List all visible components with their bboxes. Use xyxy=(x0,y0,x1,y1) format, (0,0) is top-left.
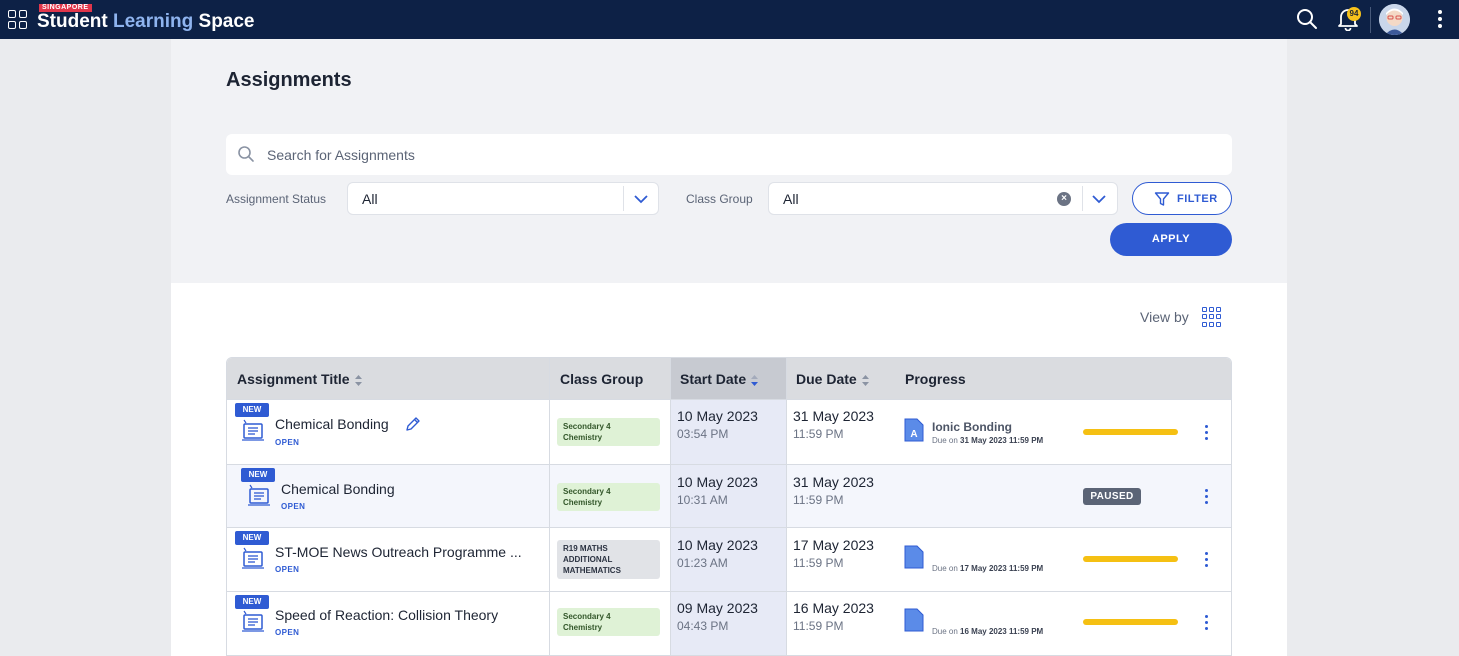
new-badge: NEW xyxy=(235,595,269,609)
table-row[interactable]: NEW Chemical Bonding OPEN Secondary 4 Che… xyxy=(227,464,1231,527)
document-icon xyxy=(904,608,924,632)
row-more-icon[interactable] xyxy=(1205,489,1209,505)
due-date: 16 May 2023 xyxy=(793,600,874,616)
header-due-date[interactable]: Due Date xyxy=(796,371,869,387)
assignment-status-value: All xyxy=(362,191,378,207)
new-badge: NEW xyxy=(235,403,269,417)
assignment-status: OPEN xyxy=(281,502,306,511)
assignment-icon xyxy=(242,419,264,441)
header-start-date[interactable]: Start Date xyxy=(680,371,759,387)
due-date: 31 May 2023 xyxy=(793,474,874,490)
search-icon[interactable] xyxy=(1296,8,1318,30)
edit-pencil-icon[interactable] xyxy=(404,415,422,433)
assignment-status-label: Assignment Status xyxy=(226,192,327,206)
assignment-title[interactable]: ST-MOE News Outreach Programme ... xyxy=(275,544,522,560)
due-time: 11:59 PM xyxy=(793,619,844,633)
brand-name: Student Learning Space xyxy=(37,11,255,32)
class-group-select[interactable]: All × xyxy=(768,182,1118,215)
clear-icon[interactable]: × xyxy=(1057,192,1071,206)
progress-due: Due on 16 May 2023 11:59 PM xyxy=(932,627,1044,636)
assignment-title[interactable]: Chemical Bonding xyxy=(275,416,389,432)
document-icon xyxy=(904,545,924,569)
select-divider xyxy=(623,186,624,211)
due-date: 31 May 2023 xyxy=(793,408,874,424)
due-time: 11:59 PM xyxy=(793,427,844,441)
class-group-tag: R19 MATHS ADDITIONAL MATHEMATICS xyxy=(557,540,660,579)
filter-button[interactable]: FILTER xyxy=(1132,182,1232,215)
topbar-divider xyxy=(1370,7,1371,33)
due-date: 17 May 2023 xyxy=(793,537,874,553)
document-icon: A xyxy=(904,418,924,442)
select-divider xyxy=(1082,186,1083,211)
view-by-label: View by xyxy=(1140,309,1189,325)
class-group-label: Class Group xyxy=(686,192,753,206)
filter-button-label: FILTER xyxy=(1177,193,1218,205)
start-time: 01:23 AM xyxy=(677,556,728,570)
table-row[interactable]: NEW Speed of Reaction: Collision Theory … xyxy=(227,591,1231,655)
assignment-status: OPEN xyxy=(275,438,300,447)
column-divider xyxy=(786,358,787,655)
assignment-icon xyxy=(248,484,270,506)
class-group-tag: Secondary 4 Chemistry xyxy=(557,608,660,636)
assignment-status: OPEN xyxy=(275,565,300,574)
class-group-tag: Secondary 4 Chemistry xyxy=(557,483,660,511)
due-time: 11:59 PM xyxy=(793,493,844,507)
apps-grid-icon[interactable] xyxy=(8,10,27,29)
progress-due: Due on 17 May 2023 11:59 PM xyxy=(932,564,1044,573)
header-class-group: Class Group xyxy=(560,371,644,387)
due-time: 11:59 PM xyxy=(793,556,844,570)
row-more-icon[interactable] xyxy=(1205,615,1209,631)
start-time: 10:31 AM xyxy=(677,493,728,507)
start-date: 10 May 2023 xyxy=(677,408,758,424)
start-time: 04:43 PM xyxy=(677,619,729,633)
start-date: 10 May 2023 xyxy=(677,474,758,490)
class-group-tag: Secondary 4 Chemistry xyxy=(557,418,660,446)
row-more-icon[interactable] xyxy=(1205,552,1209,568)
search-input[interactable]: Search for Assignments xyxy=(226,134,1232,175)
notification-count-badge: 94 xyxy=(1347,7,1361,21)
new-badge: NEW xyxy=(241,468,275,482)
more-menu-icon[interactable] xyxy=(1438,10,1442,30)
grid-view-icon[interactable] xyxy=(1202,307,1222,327)
start-date: 10 May 2023 xyxy=(677,537,758,553)
class-group-value: All xyxy=(783,191,799,207)
apply-button[interactable]: APPLY xyxy=(1110,223,1232,256)
assignment-status: OPEN xyxy=(275,628,300,637)
sort-icon xyxy=(861,374,869,386)
assignment-icon xyxy=(242,547,264,569)
header-assignment-title[interactable]: Assignment Title xyxy=(237,371,362,387)
sort-desc-icon xyxy=(751,374,759,386)
progress-bar xyxy=(1083,429,1178,435)
assignments-table: Assignment Title Class Group Start Date … xyxy=(226,357,1232,656)
assignment-title[interactable]: Chemical Bonding xyxy=(281,481,395,497)
chevron-down-icon[interactable] xyxy=(1091,193,1107,205)
sort-icon xyxy=(354,374,362,386)
table-row[interactable]: NEW Chemical Bonding OPEN Secondary 4 Che… xyxy=(227,399,1231,464)
start-date: 09 May 2023 xyxy=(677,600,758,616)
progress-due: Due on 31 May 2023 11:59 PM xyxy=(932,436,1044,445)
search-icon xyxy=(238,146,254,162)
svg-text:A: A xyxy=(910,429,917,440)
start-time: 03:54 PM xyxy=(677,427,729,441)
search-placeholder: Search for Assignments xyxy=(267,147,415,163)
filter-icon xyxy=(1154,192,1170,206)
progress-title: Ionic Bonding xyxy=(932,420,1012,434)
assignment-title[interactable]: Speed of Reaction: Collision Theory xyxy=(275,607,498,623)
progress-bar xyxy=(1083,619,1178,625)
assignment-icon xyxy=(242,610,264,632)
progress-bar xyxy=(1083,556,1178,562)
table-row[interactable]: NEW ST-MOE News Outreach Programme ... O… xyxy=(227,527,1231,591)
row-more-icon[interactable] xyxy=(1205,425,1209,441)
chevron-down-icon[interactable] xyxy=(633,193,649,205)
page-title: Assignments xyxy=(226,69,352,91)
column-divider xyxy=(670,358,671,655)
user-avatar[interactable] xyxy=(1379,4,1410,35)
paused-badge: PAUSED xyxy=(1083,488,1141,505)
header-progress: Progress xyxy=(905,371,966,387)
column-divider xyxy=(549,358,550,655)
assignment-status-select[interactable]: All xyxy=(347,182,659,215)
new-badge: NEW xyxy=(235,531,269,545)
